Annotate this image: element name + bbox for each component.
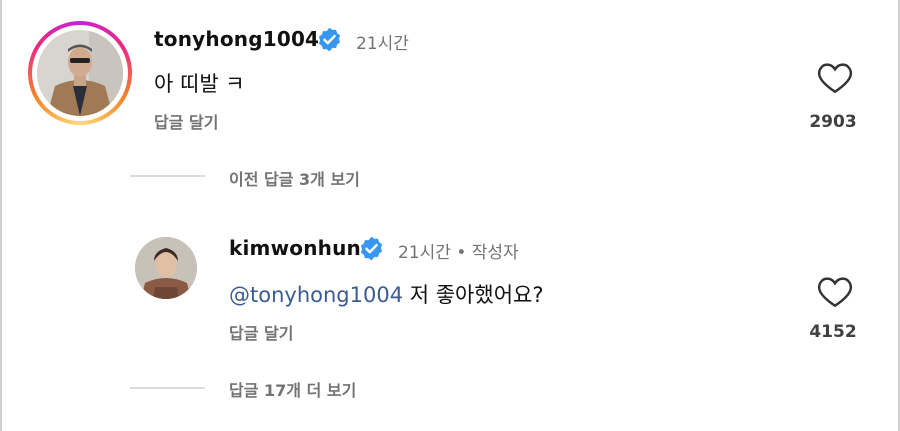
like-count: 2903 — [809, 112, 857, 132]
reply-body: 저 좋아했어요? — [403, 283, 544, 307]
like-count: 4152 — [809, 322, 857, 342]
thread-divider — [130, 175, 205, 177]
comment-text: 아 띠발 ㅋ — [154, 72, 245, 96]
comment-username[interactable]: tonyhong1004 — [154, 27, 319, 51]
reply-username[interactable]: kimwonhun — [229, 236, 361, 260]
view-more-replies[interactable]: 답글 17개 더 보기 — [229, 377, 356, 401]
reply-text: @tonyhong1004 저 좋아했어요? — [229, 279, 543, 309]
comment-time: 21시간 — [356, 34, 409, 54]
verified-badge-icon — [318, 27, 341, 52]
avatar-kimwonhun[interactable] — [135, 237, 197, 299]
thread-divider — [130, 387, 205, 389]
like-heart-icon[interactable] — [816, 60, 854, 94]
reply-button[interactable]: 답글 달기 — [229, 320, 293, 344]
frame-edge-left — [0, 0, 2, 431]
verified-badge-icon — [360, 236, 383, 261]
view-previous-replies[interactable]: 이전 답글 3개 보기 — [229, 166, 360, 190]
reply-time-author: 21시간 • 작성자 — [398, 243, 519, 263]
like-heart-icon[interactable] — [816, 274, 854, 308]
avatar-tonyhong1004[interactable] — [37, 30, 123, 116]
reply-button[interactable]: 답글 달기 — [154, 109, 218, 133]
mention-link[interactable]: @tonyhong1004 — [229, 283, 403, 307]
